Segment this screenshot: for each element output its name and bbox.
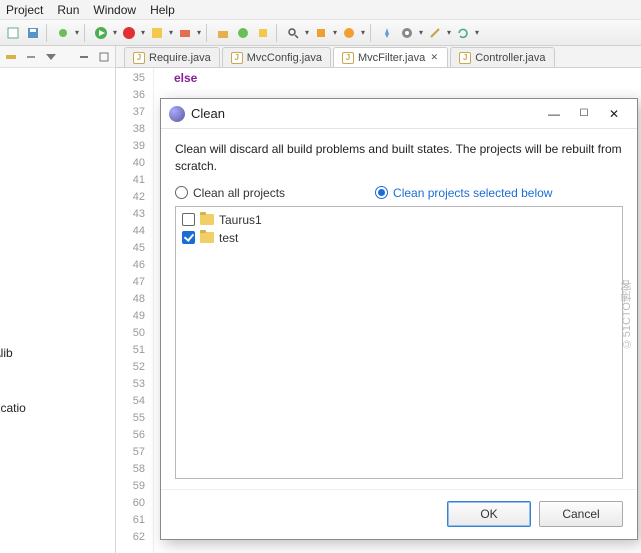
ok-button[interactable]: OK [447,501,531,527]
cancel-button[interactable]: Cancel [539,501,623,527]
radio-clean-selected[interactable]: Clean projects selected below [375,186,552,200]
eclipse-icon [169,106,185,122]
collapse-icon[interactable] [24,50,38,64]
tab-mvcconfig[interactable]: JMvcConfig.java [222,47,331,67]
tab-mvcfilter[interactable]: JMvcFilter.java✕ [333,47,448,67]
watermark: ©51CTO博客 [619,280,635,349]
window-minimize-button[interactable]: — [539,104,569,124]
task-icon[interactable] [340,24,358,42]
minimize-view-icon[interactable] [77,50,91,64]
java-file-icon: J [342,52,354,64]
dialog-titlebar: Clean — ☐ ✕ [161,99,637,129]
open-type-icon[interactable] [254,24,272,42]
link-editor-icon[interactable] [4,50,18,64]
view-menu-icon[interactable] [44,50,58,64]
new-package-icon[interactable] [214,24,232,42]
new-class-icon[interactable] [234,24,252,42]
run-last-icon[interactable] [120,24,138,42]
project-name: Taurus1 [219,213,262,227]
java-file-icon: J [231,52,243,64]
folder-icon [200,232,214,243]
dialog-message: Clean will discard all build problems an… [175,141,623,176]
menu-bar: Project Run Window Help [0,0,641,20]
window-close-button[interactable]: ✕ [599,104,629,124]
close-tab-icon[interactable]: ✕ [429,53,439,63]
gear-icon[interactable] [398,24,416,42]
save-icon[interactable] [24,24,42,42]
folder-icon [200,214,214,225]
radio-clean-all[interactable]: Clean all projects [175,186,285,200]
checkbox-icon[interactable] [182,231,195,244]
search-icon[interactable] [284,24,302,42]
tab-require[interactable]: JRequire.java [124,47,220,67]
menu-window[interactable]: Window [93,3,136,17]
project-list[interactable]: Taurus1 test [175,206,623,479]
java-file-icon: J [133,52,145,64]
sidebar-path-text: -tomcat-10\lib [0,346,13,360]
list-item[interactable]: Taurus1 [182,211,616,229]
window-maximize-button[interactable]: ☐ [569,104,599,124]
keyword-else: else [174,71,197,85]
menu-project[interactable]: Project [6,3,43,17]
refresh-icon[interactable] [454,24,472,42]
line-gutter: 3536373839404142434445464748495051525354… [116,68,154,553]
wand-icon[interactable] [426,24,444,42]
project-name: test [219,231,238,245]
radio-label: Clean all projects [193,186,285,200]
new-icon[interactable] [4,24,22,42]
maximize-view-icon[interactable] [97,50,111,64]
ext-tools-icon[interactable] [176,24,194,42]
pin-icon[interactable] [378,24,396,42]
sidebar-view-text: ed Web Applicatio [0,401,26,415]
radio-icon [175,186,188,199]
package-explorer: -tomcat-10\lib ed Web Applicatio [0,46,116,553]
tab-controller[interactable]: JController.java [450,47,554,67]
checkbox-icon[interactable] [182,213,195,226]
toolbar: ▾ ▾ ▾ ▾ ▾ ▾ ▾ ▾ ▾ ▾ ▾ [0,20,641,46]
list-item[interactable]: test [182,229,616,247]
dialog-title: Clean [191,106,225,121]
menu-help[interactable]: Help [150,3,175,17]
annotation-nav-icon[interactable] [312,24,330,42]
coverage-icon[interactable] [148,24,166,42]
java-file-icon: J [459,52,471,64]
menu-run[interactable]: Run [57,3,79,17]
radio-icon [375,186,388,199]
editor-tabs: JRequire.java JMvcConfig.java JMvcFilter… [116,46,641,68]
radio-label: Clean projects selected below [393,186,552,200]
debug-icon[interactable] [54,24,72,42]
clean-dialog: Clean — ☐ ✕ Clean will discard all build… [160,98,638,540]
run-icon[interactable] [92,24,110,42]
